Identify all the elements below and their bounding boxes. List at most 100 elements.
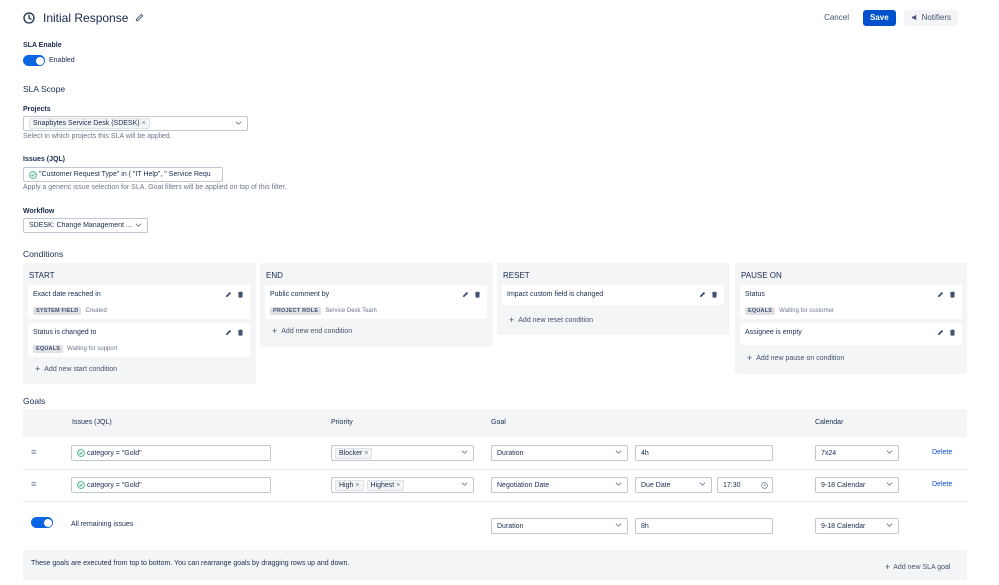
condition-type-lozenge: EQUALS	[33, 345, 64, 353]
trash-icon[interactable]	[237, 329, 244, 338]
clock-icon	[23, 11, 35, 24]
projects-select[interactable]: Snapbytes Service Desk (SDESK) ×	[23, 116, 248, 131]
add-sla-goal-link[interactable]: + Add new SLA goal	[885, 562, 950, 572]
remove-priority-icon[interactable]: ×	[364, 450, 368, 457]
column-header-calendar: Calendar	[815, 419, 844, 426]
check-circle-icon	[29, 170, 37, 179]
condition-type-lozenge: PROJECT ROLE	[270, 307, 322, 315]
chevron-down-icon	[461, 450, 468, 457]
goal-time-input[interactable]: 17:30	[717, 477, 773, 493]
trash-icon[interactable]	[949, 329, 956, 338]
goal-duration-input[interactable]: 4h	[635, 445, 773, 461]
add-pause-condition-link[interactable]: + Add new pause on condition	[747, 353, 844, 363]
card-tools	[699, 291, 718, 300]
reset-column: RESET Impact custom field is changed + A…	[497, 263, 730, 335]
edit-pencil-icon[interactable]	[462, 291, 469, 300]
add-reset-condition-link[interactable]: + Add new reset condition	[509, 315, 593, 325]
trash-icon[interactable]	[711, 291, 718, 300]
end-condition-card[interactable]: Public comment by PROJECT ROLE Service D…	[265, 285, 487, 319]
goal-type-select[interactable]: Negotiation Date	[491, 477, 628, 493]
chevron-down-icon	[461, 482, 468, 489]
reset-condition-card[interactable]: Impact custom field is changed	[502, 285, 724, 305]
start-condition-card[interactable]: Status is changed to EQUALS Waiting for …	[28, 323, 250, 357]
goal-priority-select[interactable]: High × Highest ×	[331, 477, 474, 493]
chevron-down-icon	[235, 120, 242, 127]
pause-condition-card[interactable]: Status EQUALS Waiting for customer	[740, 285, 962, 319]
drag-handle-icon[interactable]: ≡	[31, 447, 36, 457]
project-tag-label: Snapbytes Service Desk (SDESK)	[33, 120, 140, 127]
column-header-goal: Goal	[491, 419, 506, 426]
end-column-title: END	[266, 271, 283, 280]
conditions-title: Conditions	[23, 249, 64, 259]
condition-title: Status	[745, 291, 765, 298]
workflow-select[interactable]: SDESK: Change Management ...	[23, 218, 148, 233]
priority-tag: High ×	[335, 479, 364, 491]
chevron-down-icon	[886, 450, 893, 457]
issues-jql-input[interactable]: "Customer Request Type" in ( "IT Help", …	[23, 167, 223, 182]
start-condition-card[interactable]: Exact date reached in SYSTEM FIELD Creat…	[28, 285, 250, 319]
remaining-issues-label: All remaining issues	[71, 521, 134, 528]
sla-enable-toggle[interactable]	[23, 55, 45, 66]
card-tools	[225, 291, 244, 300]
condition-meta: EQUALS Waiting for customer	[745, 307, 834, 315]
remaining-issues-toggle[interactable]	[31, 517, 53, 528]
goal-calendar-select[interactable]: 9-18 Calendar	[815, 477, 899, 493]
edit-pencil-icon[interactable]	[937, 291, 944, 300]
goal-jql-value: category = "Gold"	[87, 481, 142, 489]
goal-jql-value: category = "Gold"	[87, 449, 142, 457]
priority-tag: Highest ×	[366, 479, 405, 491]
sla-enable-toggle-group: Enabled	[23, 55, 75, 66]
goals-table-header: Issues (JQL) Priority Goal Calendar	[23, 409, 967, 437]
projects-helper: Select in which projects this SLA will b…	[23, 133, 172, 140]
add-end-condition-link[interactable]: + Add new end condition	[272, 326, 352, 336]
header-actions: Cancel Save Notifiers	[818, 9, 958, 26]
save-button[interactable]: Save	[862, 9, 896, 26]
goal-jql-input[interactable]: category = "Gold"	[71, 445, 271, 461]
edit-pencil-icon[interactable]	[937, 329, 944, 338]
sla-enable-label: SLA Enable	[23, 42, 62, 49]
remaining-goal-calendar-select[interactable]: 9-18 Calendar	[815, 518, 899, 534]
remove-priority-icon[interactable]: ×	[355, 482, 359, 489]
delete-goal-button[interactable]: Delete	[932, 481, 952, 488]
goals-order-note: These goals are executed from top to bot…	[31, 560, 350, 567]
condition-meta: EQUALS Waiting for support	[33, 345, 117, 353]
edit-pencil-icon[interactable]	[225, 291, 232, 300]
add-start-condition-link[interactable]: + Add new start condition	[35, 364, 117, 374]
issues-jql-helper: Apply a generic issue selection for SLA.…	[23, 184, 287, 191]
delete-goal-button[interactable]: Delete	[932, 449, 952, 456]
priority-tag-label: Highest	[370, 481, 395, 489]
remove-priority-icon[interactable]: ×	[396, 482, 400, 489]
remove-project-icon[interactable]: ×	[142, 120, 146, 127]
condition-title: Impact custom field is changed	[507, 291, 604, 298]
goal-type-select[interactable]: Duration	[491, 445, 628, 461]
notifiers-button[interactable]: Notifiers	[903, 9, 958, 26]
remaining-goal-type-select[interactable]: Duration	[491, 518, 628, 534]
trash-icon[interactable]	[474, 291, 481, 300]
cancel-button[interactable]: Cancel	[818, 10, 855, 25]
drag-handle-icon[interactable]: ≡	[31, 479, 36, 489]
remaining-goal-duration-input[interactable]: 8h	[635, 518, 773, 534]
pause-condition-card[interactable]: Assignee is empty	[740, 323, 962, 345]
goal-type-value: Negotiation Date	[497, 481, 550, 489]
goal-priority-select[interactable]: Blocker ×	[331, 445, 474, 461]
chevron-down-icon	[886, 482, 893, 489]
goal-calendar-select[interactable]: 7x24	[815, 445, 899, 461]
trash-icon[interactable]	[949, 291, 956, 300]
priority-tag: Blocker ×	[335, 447, 373, 459]
condition-value: Created	[85, 308, 107, 314]
row-divider	[23, 501, 967, 502]
workflow-value: SDESK: Change Management ...	[29, 222, 132, 229]
goal-jql-input[interactable]: category = "Gold"	[71, 477, 271, 493]
add-pause-condition-label: Add new pause on condition	[756, 354, 845, 362]
chevron-down-icon	[135, 222, 142, 229]
edit-pencil-icon[interactable]	[699, 291, 706, 300]
trash-icon[interactable]	[237, 291, 244, 300]
chevron-down-icon	[699, 482, 706, 489]
chevron-down-icon	[886, 523, 893, 530]
edit-pencil-icon[interactable]	[225, 329, 232, 338]
add-end-condition-label: Add new end condition	[281, 327, 353, 335]
edit-title-pencil-icon[interactable]	[135, 13, 144, 22]
goal-date-field-select[interactable]: Due Date	[635, 477, 712, 493]
condition-value: Service Desk Team	[325, 308, 377, 314]
row-divider	[23, 469, 967, 470]
